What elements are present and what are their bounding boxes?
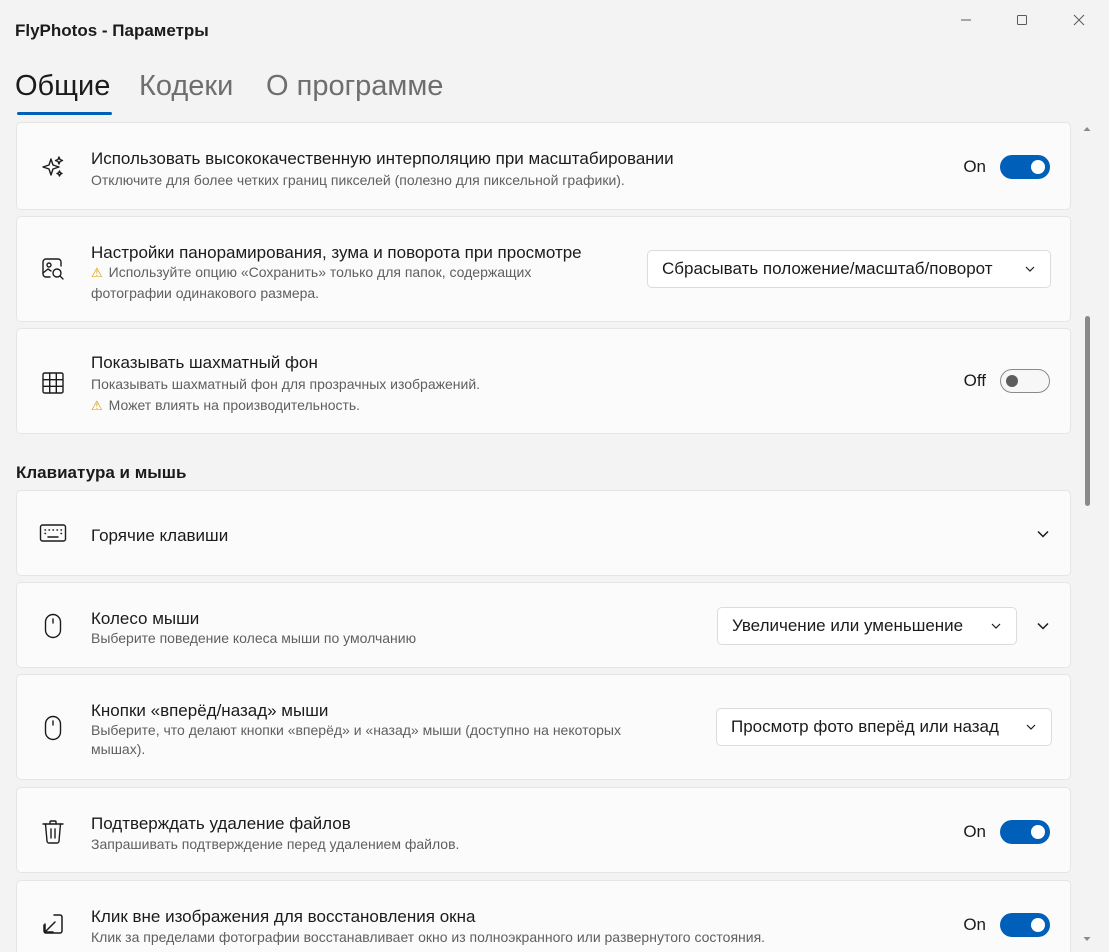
scroll-down-arrow-icon[interactable] (1082, 934, 1092, 944)
close-icon (1073, 14, 1085, 26)
section-header-keyboard-mouse: Клавиатура и мышь (16, 463, 187, 482)
pan-zoom-card: Настройки панорамирования, зума и поворо… (16, 216, 1071, 322)
interpolation-title: Использовать высококачественную интерпол… (91, 149, 674, 168)
checkerboard-toggle[interactable] (1000, 369, 1050, 393)
interpolation-card: Использовать высококачественную интерпол… (16, 122, 1071, 210)
checkerboard-toggle-group: Off (960, 369, 1050, 393)
keyboard-icon (39, 519, 67, 547)
pan-zoom-selected: Сбрасывать положение/масштаб/поворот (662, 259, 993, 278)
mouse-wheel-selected: Увеличение или уменьшение (732, 616, 964, 635)
confirm-delete-card: Подтверждать удаление файлов Запрашивать… (16, 787, 1071, 873)
chevron-down-icon (991, 623, 1001, 629)
confirm-delete-title: Подтверждать удаление файлов (91, 814, 351, 833)
checkerboard-description: Показывать шахматный фон для прозрачных … (91, 376, 481, 392)
mouse-icon (39, 612, 67, 640)
mouse-nav-description-line1: Выберите, что делают кнопки «вперёд» и «… (91, 722, 621, 738)
settings-scroll-area[interactable]: Использовать высококачественную интерпол… (0, 122, 1109, 952)
tab-about[interactable]: О программе (266, 70, 443, 103)
minimize-icon (961, 19, 971, 21)
mouse-nav-title: Кнопки «вперёд/назад» мыши (91, 701, 329, 720)
mouse-nav-buttons-card: Кнопки «вперёд/назад» мыши Выберите, что… (16, 674, 1071, 780)
title-bar: FlyPhotos - Параметры (0, 0, 1109, 60)
chevron-down-icon (1026, 724, 1036, 730)
checkerboard-title: Показывать шахматный фон (91, 353, 318, 372)
close-button[interactable] (1057, 6, 1101, 34)
warning-icon: ⚠ (91, 398, 103, 413)
sparkle-icon (39, 153, 67, 181)
chevron-down-icon[interactable] (1036, 527, 1050, 541)
confirm-delete-toggle-group: On (960, 820, 1050, 844)
mouse-wheel-dropdown[interactable]: Увеличение или уменьшение (717, 607, 1017, 645)
warning-icon: ⚠ (91, 265, 103, 280)
maximize-button[interactable] (1000, 6, 1044, 34)
active-tab-indicator (17, 112, 112, 115)
click-outside-description: Клик за пределами фотографии восстанавли… (91, 929, 766, 945)
pan-zoom-warning-line1: Используйте опцию «Сохранить» только для… (108, 264, 532, 280)
interpolation-toggle-group: On (960, 155, 1050, 179)
minimize-button[interactable] (944, 6, 988, 34)
tab-general[interactable]: Общие (15, 70, 110, 103)
click-outside-card: Клик вне изображения для восстановления … (16, 880, 1071, 952)
click-outside-toggle[interactable] (1000, 913, 1050, 937)
hotkeys-title: Горячие клавиши (91, 526, 229, 545)
interpolation-state-label: On (963, 157, 986, 176)
click-outside-title: Клик вне изображения для восстановления … (91, 907, 476, 926)
mouse-wheel-card[interactable]: Колесо мыши Выберите поведение колеса мы… (16, 582, 1071, 668)
checkerboard-warning: ⚠ Может влиять на производительность. (91, 395, 360, 416)
pan-zoom-title: Настройки панорамирования, зума и поворо… (91, 243, 582, 262)
mouse-icon (39, 714, 67, 742)
grid-icon (39, 369, 67, 397)
interpolation-description: Отключите для более четких границ пиксел… (91, 172, 625, 188)
arrow-down-left-icon (39, 910, 67, 938)
click-outside-state-label: On (963, 915, 986, 934)
checkerboard-card: Показывать шахматный фон Показывать шахм… (16, 328, 1071, 434)
chevron-down-icon (1025, 266, 1035, 272)
window-title: FlyPhotos - Параметры (15, 21, 209, 40)
pan-zoom-warning-line2: фотографии одинакового размера. (91, 285, 320, 301)
maximize-icon (1017, 15, 1027, 25)
hotkeys-card[interactable]: Горячие клавиши (16, 490, 1071, 576)
settings-window: FlyPhotos - Параметры Общие Кодеки О про… (0, 0, 1109, 952)
image-search-icon (39, 255, 67, 283)
mouse-wheel-title: Колесо мыши (91, 609, 200, 628)
chevron-down-icon[interactable] (1036, 619, 1050, 633)
mouse-nav-description-line2: мышах). (91, 741, 146, 757)
click-outside-toggle-group: On (960, 913, 1050, 937)
confirm-delete-description: Запрашивать подтверждение перед удаление… (91, 836, 460, 852)
mouse-nav-selected: Просмотр фото вперёд или назад (731, 717, 999, 736)
mouse-wheel-description: Выберите поведение колеса мыши по умолча… (91, 630, 417, 646)
scrollbar-thumb[interactable] (1085, 316, 1090, 506)
confirm-delete-state-label: On (963, 822, 986, 841)
checkerboard-state-label: Off (963, 371, 986, 390)
trash-icon (39, 818, 67, 846)
pan-zoom-warning: ⚠ Используйте опцию «Сохранить» только дл… (91, 262, 531, 283)
tab-codecs[interactable]: Кодеки (139, 70, 233, 103)
checkerboard-warning-text: Может влиять на производительность. (108, 397, 361, 413)
confirm-delete-toggle[interactable] (1000, 820, 1050, 844)
pan-zoom-dropdown[interactable]: Сбрасывать положение/масштаб/поворот (647, 250, 1051, 288)
vertical-scrollbar[interactable] (1081, 122, 1093, 952)
scroll-up-arrow-icon[interactable] (1082, 124, 1092, 134)
interpolation-toggle[interactable] (1000, 155, 1050, 179)
mouse-nav-dropdown[interactable]: Просмотр фото вперёд или назад (716, 708, 1052, 746)
